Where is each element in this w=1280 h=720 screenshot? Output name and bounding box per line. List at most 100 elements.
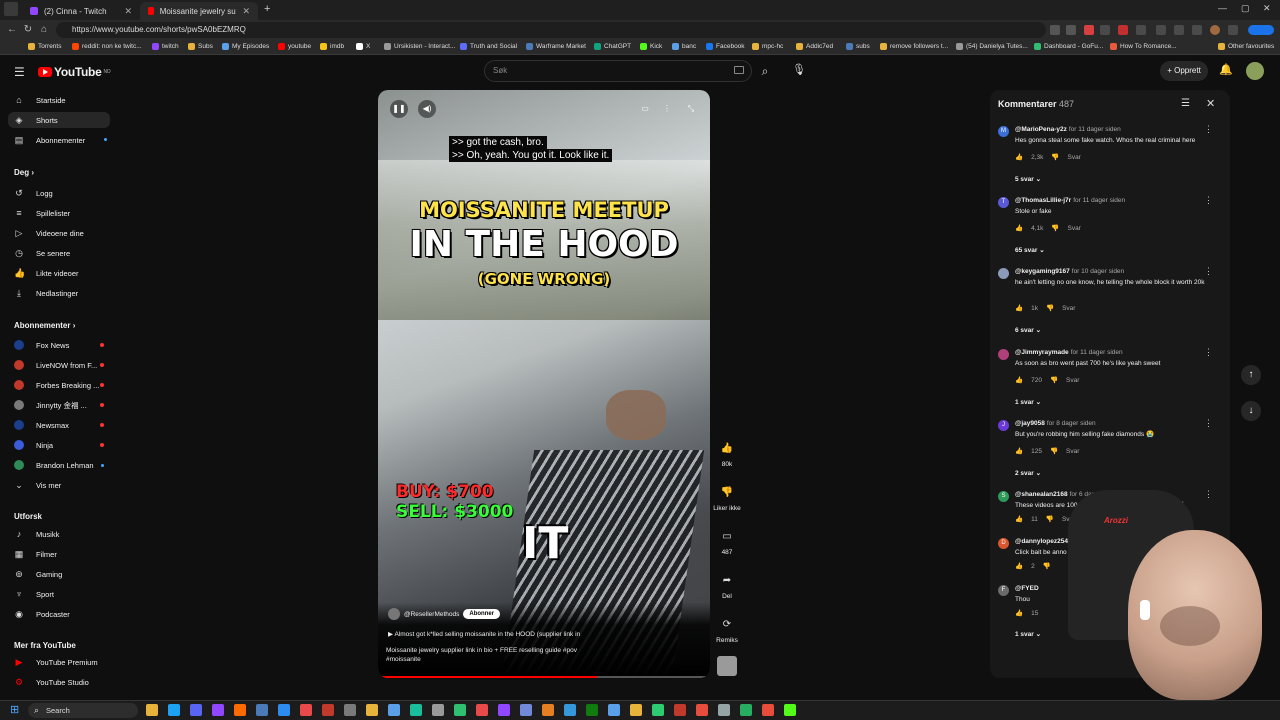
- bookmark-item[interactable]: X: [356, 43, 370, 50]
- view-replies-button[interactable]: 5 svar ⌄: [1015, 175, 1041, 183]
- sidebar-item-sport[interactable]: ♆ Sport: [8, 586, 110, 602]
- thumbs-down-icon[interactable]: 👎: [1051, 224, 1059, 232]
- comment-menu-icon[interactable]: ⋮: [1204, 418, 1213, 429]
- taskbar-app-icon[interactable]: [146, 704, 158, 716]
- taskbar-app-icon[interactable]: [344, 704, 356, 716]
- comment-time[interactable]: for 11 dager siden: [1069, 126, 1121, 133]
- reply-button[interactable]: Svar: [1067, 154, 1080, 161]
- bookmark-item[interactable]: Warframe Market: [526, 43, 586, 50]
- tab-twitch[interactable]: (2) Cinna - Twitch ✕: [22, 2, 140, 20]
- share-button[interactable]: ➦ Del: [712, 572, 742, 600]
- avatar[interactable]: T: [998, 197, 1009, 208]
- maximize-icon[interactable]: ▢: [1241, 3, 1250, 14]
- collections-icon[interactable]: [1192, 25, 1202, 35]
- reply-button[interactable]: Svar: [1062, 305, 1075, 312]
- next-short-button[interactable]: ↓: [1241, 401, 1261, 421]
- shorts-video-player[interactable]: ❚❚ ◀) ▭ ⋮ ⤡ >> got the cash, bro. >> Oh,…: [378, 90, 710, 678]
- avatar[interactable]: [1246, 62, 1264, 80]
- sidebar-item-home[interactable]: ⌂ Startside: [8, 92, 110, 108]
- keyboard-icon[interactable]: [734, 66, 744, 74]
- tab-youtube[interactable]: Moissanite jewelry supplier li... ✕: [140, 2, 258, 20]
- notifications-bell-icon[interactable]: 🔔: [1219, 63, 1233, 76]
- close-icon[interactable]: ✕: [1206, 97, 1215, 110]
- taskbar-app-icon[interactable]: [432, 704, 444, 716]
- avatar[interactable]: D: [998, 538, 1009, 549]
- comment-time[interactable]: for 11 dager siden: [1073, 197, 1125, 204]
- subscribe-button[interactable]: Abonner: [463, 609, 501, 619]
- bookmark-item[interactable]: Subs: [188, 43, 213, 50]
- captions-icon[interactable]: ▭: [636, 100, 654, 118]
- view-replies-button[interactable]: 6 svar ⌄: [1015, 326, 1041, 334]
- sidebar-item-podcasts[interactable]: ◉ Podcaster: [8, 606, 110, 622]
- search-input[interactable]: Søk: [484, 60, 752, 82]
- sidebar-channel-livenow[interactable]: LiveNOW from F...: [8, 357, 110, 373]
- comment-menu-icon[interactable]: ⋮: [1204, 266, 1213, 277]
- taskbar-app-icon[interactable]: [388, 704, 400, 716]
- bookmark-item[interactable]: Torrents: [28, 43, 61, 50]
- thumbs-up-icon[interactable]: 👍: [1015, 153, 1023, 161]
- sidebar-channel-newsmax[interactable]: Newsmax: [8, 417, 110, 433]
- sidebar-item-subscriptions[interactable]: ▤ Abonnementer: [8, 132, 110, 148]
- view-replies-button[interactable]: 65 svar ⌄: [1015, 246, 1045, 254]
- taskbar-app-icon[interactable]: [322, 704, 334, 716]
- sort-icon[interactable]: ☰: [1181, 98, 1190, 109]
- avatar[interactable]: J: [998, 420, 1009, 431]
- reply-button[interactable]: Svar: [1066, 448, 1079, 455]
- extension-icon[interactable]: [1100, 25, 1110, 35]
- extension-icon[interactable]: [1136, 25, 1146, 35]
- more-options-icon[interactable]: ⋮: [658, 100, 676, 118]
- previous-short-button[interactable]: ↑: [1241, 365, 1261, 385]
- fullscreen-icon[interactable]: ⤡: [682, 100, 700, 118]
- channel-avatar[interactable]: [388, 608, 400, 620]
- bookmark-item[interactable]: Truth and Social: [460, 43, 517, 50]
- taskbar-search-input[interactable]: Search: [28, 703, 138, 718]
- taskbar-app-icon[interactable]: [278, 704, 290, 716]
- microphone-icon[interactable]: 🎙: [790, 61, 808, 79]
- bookmark-item[interactable]: banc: [672, 43, 696, 50]
- taskbar-app-icon[interactable]: [564, 704, 576, 716]
- pause-icon[interactable]: ❚❚: [390, 100, 408, 118]
- taskbar-app-icon[interactable]: [718, 704, 730, 716]
- sidebar-item-youtube-studio[interactable]: ⚙ YouTube Studio: [8, 674, 110, 690]
- refresh-icon[interactable]: ↻: [20, 24, 36, 35]
- comment-time[interactable]: for 8 dager siden: [1047, 420, 1096, 427]
- comment-time[interactable]: for 11 dager siden: [1071, 349, 1123, 356]
- minimize-icon[interactable]: —: [1218, 3, 1227, 13]
- taskbar-app-icon[interactable]: [366, 704, 378, 716]
- show-more-button[interactable]: ⌄ Vis mer: [8, 477, 110, 493]
- view-replies-button[interactable]: 1 svar ⌄: [1015, 398, 1041, 406]
- taskbar-app-icon[interactable]: [652, 704, 664, 716]
- thumbs-up-icon[interactable]: 👍: [1015, 376, 1023, 384]
- playlist-line[interactable]: ▶ Almost got k*lled selling moissanite i…: [388, 630, 580, 638]
- avatar[interactable]: S: [998, 491, 1009, 502]
- comment-author[interactable]: @jay9058: [1015, 420, 1045, 427]
- comments-button[interactable]: ▭ 487: [712, 528, 742, 556]
- search-icon[interactable]: ⌕: [752, 60, 778, 82]
- bookmark-item[interactable]: Dashboard - GoFu...: [1034, 43, 1103, 50]
- reply-button[interactable]: Svar: [1066, 377, 1079, 384]
- taskbar-app-icon[interactable]: [410, 704, 422, 716]
- thumbs-down-icon[interactable]: 👎: [1050, 447, 1058, 455]
- sidebar-channel-forbes[interactable]: Forbes Breaking ...: [8, 377, 110, 393]
- sidebar-item-watch-later[interactable]: ◷ Se senere: [8, 245, 110, 261]
- sidebar-channel-jinnytty[interactable]: Jinnytty 金福 ...: [8, 397, 110, 413]
- sidebar-item-liked[interactable]: 👍 Likte videoer: [8, 265, 110, 281]
- comment-author[interactable]: @keygaming9167: [1015, 268, 1070, 275]
- bookmark-item[interactable]: youtube: [278, 43, 311, 50]
- taskbar-app-icon[interactable]: [740, 704, 752, 716]
- subscriptions-section-heading[interactable]: Abonnementer ›: [14, 321, 75, 330]
- taskbar-app-icon[interactable]: [674, 704, 686, 716]
- thumbs-down-icon[interactable]: 👎: [1046, 304, 1054, 312]
- taskbar-app-icon[interactable]: [630, 704, 642, 716]
- bookmark-item[interactable]: Other favourites: [1218, 43, 1274, 50]
- comment-menu-icon[interactable]: ⋮: [1204, 347, 1213, 358]
- more-icon[interactable]: [1228, 25, 1238, 35]
- volume-icon[interactable]: ◀): [418, 100, 436, 118]
- thumbs-up-icon[interactable]: 👍: [1015, 304, 1023, 312]
- you-section-heading[interactable]: Deg ›: [14, 168, 34, 177]
- sidebar-item-shorts[interactable]: ◈ Shorts: [8, 112, 110, 128]
- remix-button[interactable]: ⟳ Remiks: [712, 616, 742, 644]
- favorites-icon[interactable]: [1174, 25, 1184, 35]
- taskbar-app-icon[interactable]: [190, 704, 202, 716]
- comment-author[interactable]: @MarioPena-y2z: [1015, 126, 1067, 133]
